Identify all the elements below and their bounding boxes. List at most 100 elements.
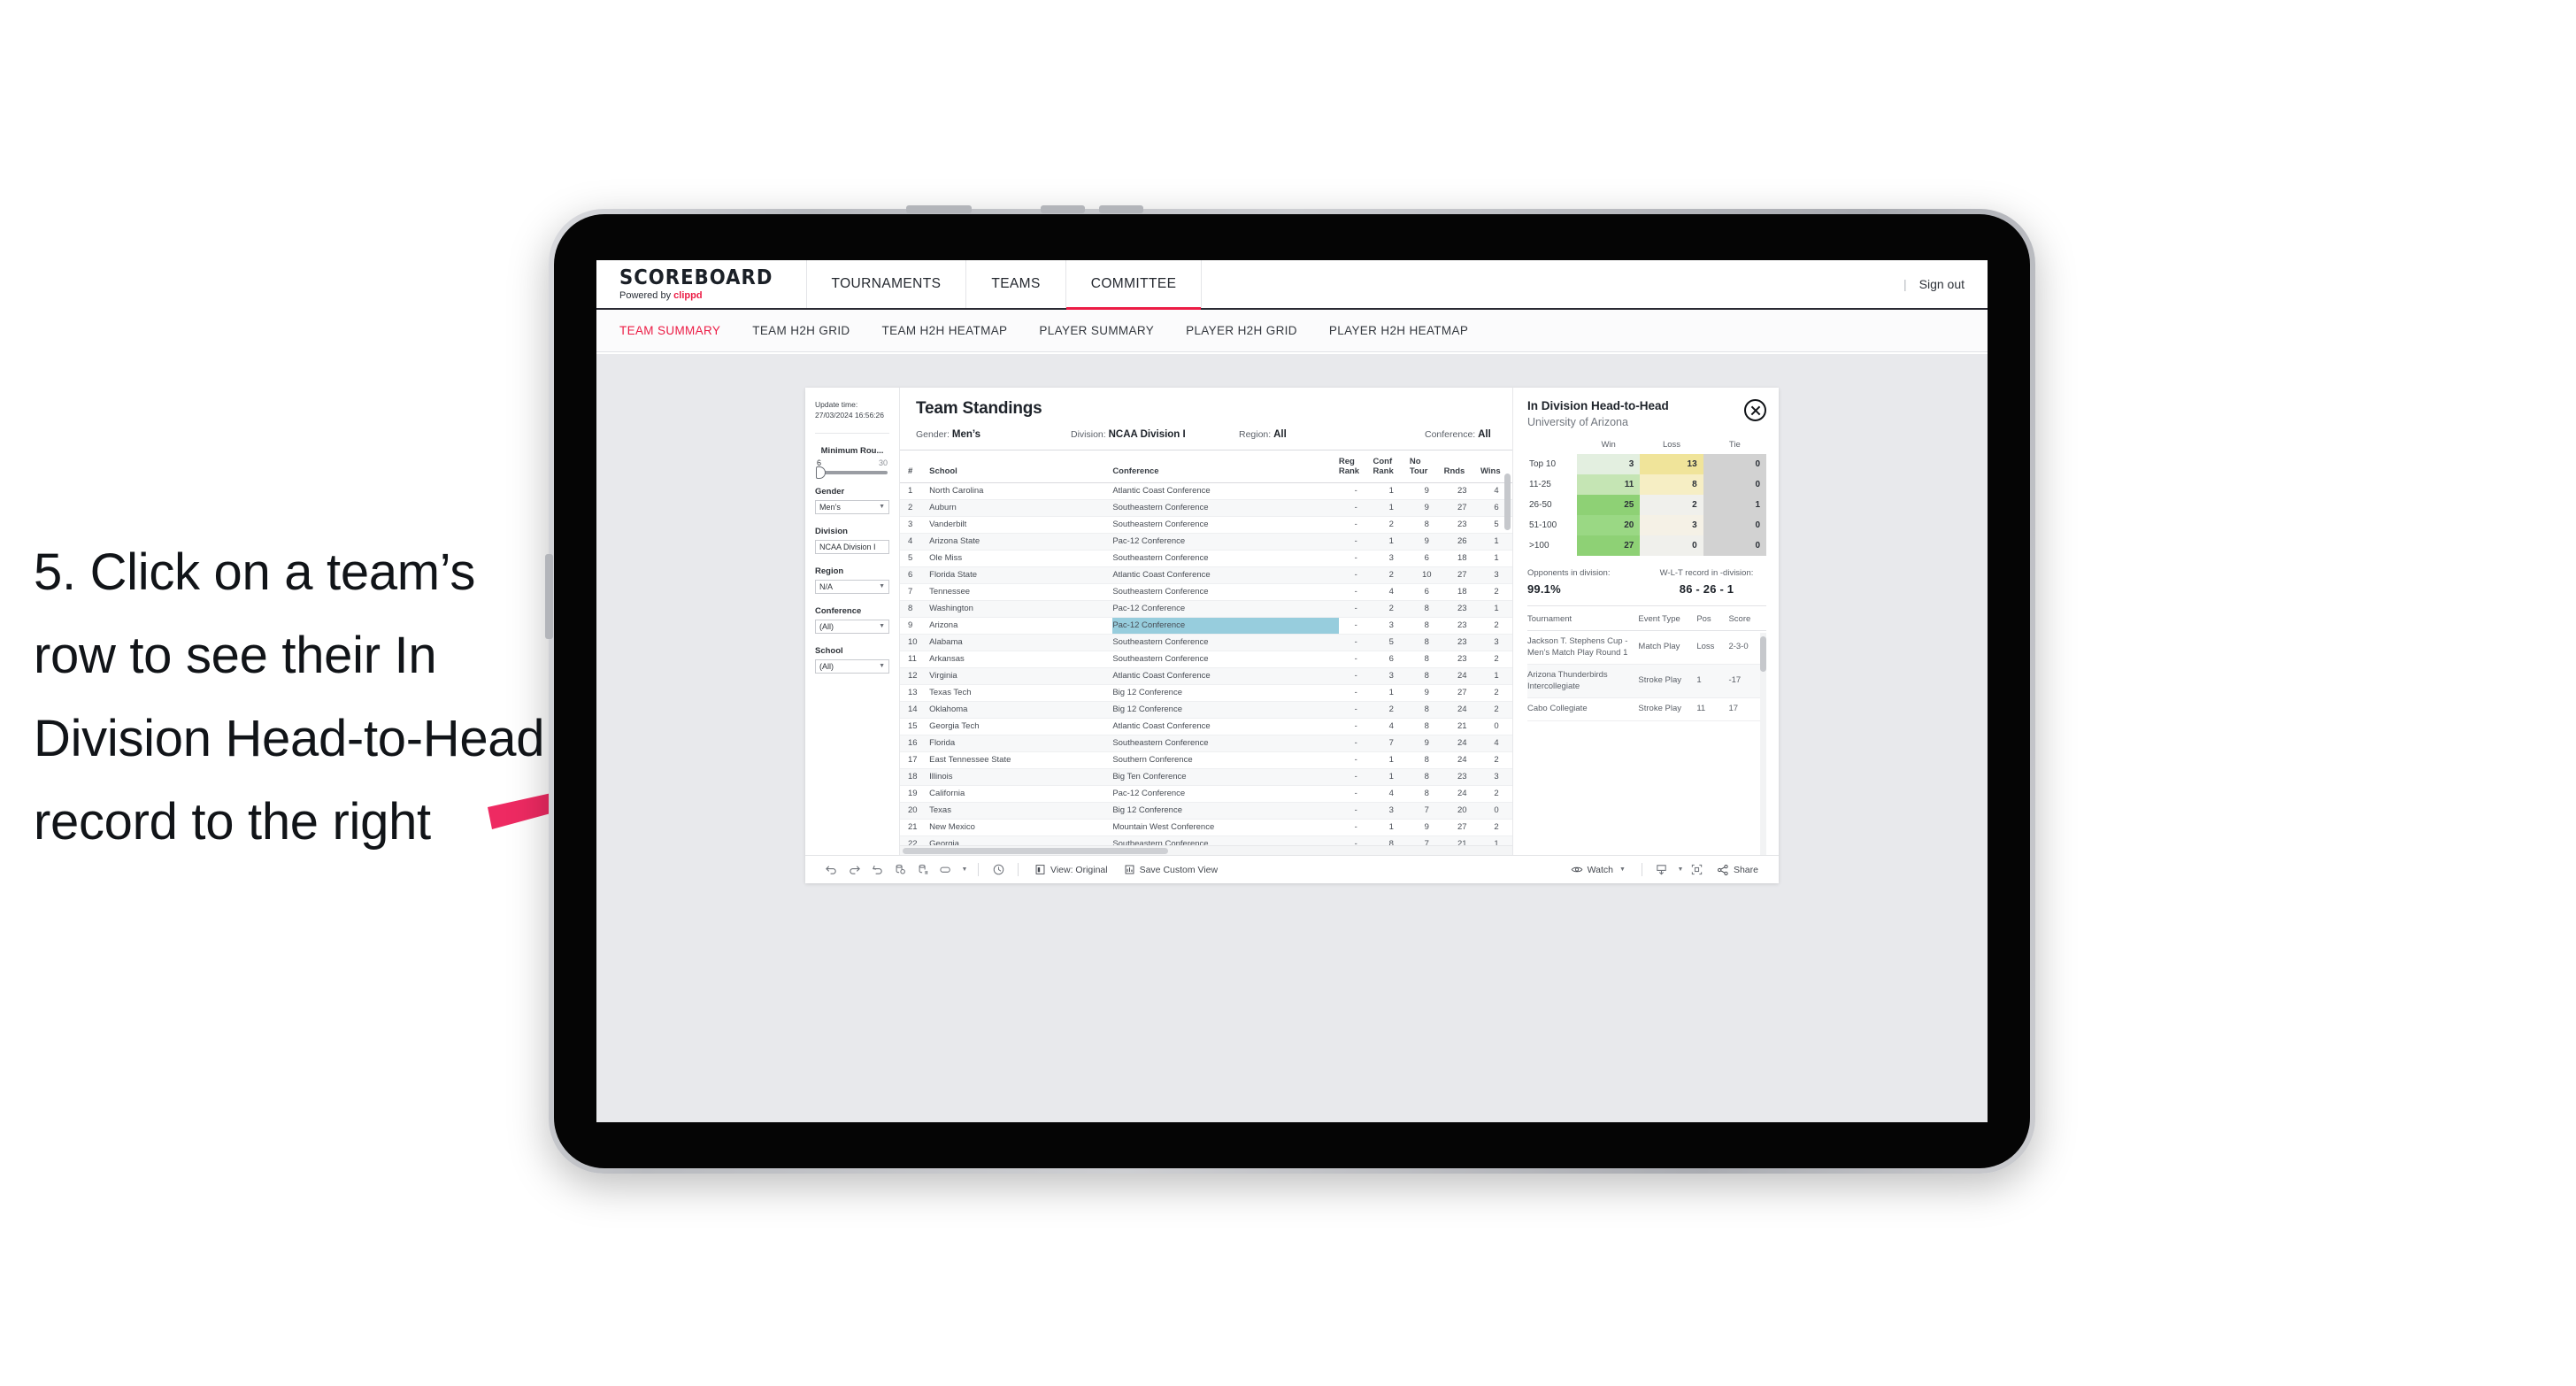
table-vertical-scrollbar[interactable] [1504, 474, 1511, 530]
table-row[interactable]: 2 Auburn Southeastern Conference -1 9 27 6 [900, 499, 1512, 517]
tournament-scrollbar[interactable] [1760, 636, 1766, 673]
filter-school: School (All) ▼ [805, 634, 899, 674]
device-layout-icon[interactable] [934, 863, 957, 876]
tab-team-summary[interactable]: TEAM SUMMARY [619, 324, 720, 337]
watch-button[interactable]: Watch ▼ [1563, 864, 1634, 875]
cell-rank: 5 [900, 550, 930, 567]
table-row[interactable]: 14 Oklahoma Big 12 Conference -2 8 24 2 [900, 701, 1512, 719]
tab-team-h2h-heatmap[interactable]: TEAM H2H HEATMAP [882, 324, 1008, 337]
h2h-matrix: Win Loss Tie Top 10 3 13 0 11-25 11 8 0 26-50 25 2… [1527, 440, 1766, 557]
col-conference[interactable]: Conference [1112, 450, 1339, 483]
table-row[interactable]: 16 Florida Southeastern Conference -7 9 24 4 [900, 735, 1512, 752]
table-row[interactable]: 6 Florida State Atlantic Coast Conference -… [900, 566, 1512, 584]
tab-player-h2h-heatmap[interactable]: PLAYER H2H HEATMAP [1329, 324, 1468, 337]
cell-rank: 7 [900, 583, 930, 601]
col-rnds[interactable]: Rnds [1443, 450, 1481, 483]
download-chevron-icon[interactable]: ▼ [1673, 866, 1686, 873]
cell-rnds: 23 [1443, 600, 1481, 618]
clock-icon[interactable] [987, 863, 1010, 876]
filter-conference-select[interactable]: (All) ▼ [815, 619, 889, 634]
stat-wlt-record: W-L-T record in -division: 86 - 26 - 1 [1647, 568, 1766, 596]
device-layout-chevron-icon[interactable]: ▼ [957, 866, 970, 873]
filter-division-select[interactable]: NCAA Division I [815, 539, 889, 554]
cell-conference: Southeastern Conference [1112, 516, 1339, 534]
volume-down-button [1099, 205, 1143, 213]
col-event-type[interactable]: Event Type [1638, 606, 1697, 632]
save-custom-view-button[interactable]: Save Custom View [1116, 864, 1226, 875]
table-row[interactable]: 8 Washington Pac-12 Conference -2 8 23 1 [900, 600, 1512, 618]
table-row[interactable]: 10 Alabama Southeastern Conference -5 8 23 3 [900, 634, 1512, 651]
table-row[interactable]: 1 North Carolina Atlantic Coast Conference… [900, 482, 1512, 500]
col-conf-rank[interactable]: Conf Rank [1373, 450, 1410, 483]
table-row[interactable]: 18 Illinois Big Ten Conference -1 8 23 3 [900, 768, 1512, 786]
nav-item-teams[interactable]: TEAMS [966, 260, 1066, 308]
table-horizontal-scrollbar[interactable] [903, 848, 1168, 854]
save-custom-view-label: Save Custom View [1139, 864, 1219, 875]
tab-team-h2h-grid[interactable]: TEAM H2H GRID [752, 324, 850, 337]
table-row[interactable]: 9 Arizona Pac-12 Conference -3 8 23 2 [900, 617, 1512, 635]
close-icon[interactable] [1744, 399, 1766, 421]
tab-player-h2h-grid[interactable]: PLAYER H2H GRID [1186, 324, 1297, 337]
refresh-data-icon[interactable] [888, 863, 911, 876]
cell-rnds: 23 [1443, 617, 1481, 635]
tournament-row[interactable]: Arizona Thunderbirds Intercollegiate Stro… [1527, 664, 1766, 699]
undo-icon[interactable] [819, 863, 842, 876]
cell-wins: 4 [1480, 735, 1512, 752]
table-row[interactable]: 15 Georgia Tech Atlantic Coast Conference -… [900, 718, 1512, 735]
brand-logo[interactable]: SCOREBOARD Powered by clippd [596, 260, 807, 308]
filter-minimum-rounds[interactable]: Minimum Rou... 6 30 [805, 434, 899, 479]
cell-rnds: 18 [1443, 550, 1481, 567]
col-reg-rank[interactable]: Reg Rank [1338, 450, 1373, 483]
table-row[interactable]: 21 New Mexico Mountain West Conference -1 9 2… [900, 819, 1512, 836]
cell-school: Florida State [929, 566, 1113, 584]
table-row[interactable]: 12 Virginia Atlantic Coast Conference -3 8 24… [900, 667, 1512, 685]
view-original-button[interactable]: View: Original [1027, 864, 1116, 875]
cell-conference: Pac-12 Conference [1112, 600, 1339, 618]
col-school[interactable]: School [929, 450, 1113, 483]
cell-reg-rank: - [1338, 735, 1373, 752]
cell-conf-rank: 1 [1373, 482, 1410, 500]
tab-player-summary[interactable]: PLAYER SUMMARY [1039, 324, 1154, 337]
table-row[interactable]: 20 Texas Big 12 Conference -3 7 20 0 [900, 802, 1512, 820]
table-row[interactable]: 3 Vanderbilt Southeastern Conference -2 8 23 5 [900, 516, 1512, 534]
tournament-pos: Loss [1696, 630, 1729, 666]
tournament-row[interactable]: Cabo Collegiate Stroke Play 11 17 [1527, 697, 1766, 721]
brand-sub-prefix: Powered by [619, 289, 674, 301]
page-title: Team Standings [916, 399, 1042, 418]
filter-school-select[interactable]: (All) ▼ [815, 658, 889, 674]
table-row[interactable]: 4 Arizona State Pac-12 Conference -1 9 26 1 [900, 533, 1512, 551]
revert-icon[interactable] [865, 863, 888, 876]
col-score[interactable]: Score [1728, 606, 1766, 632]
tournament-list-wrapper: Tournament Event Type Pos Score Jackson … [1527, 606, 1766, 855]
table-row[interactable]: 17 East Tennessee State Southern Conferenc… [900, 751, 1512, 769]
cell-conf-rank: 4 [1373, 583, 1410, 601]
table-horizontal-scrollbar-rail[interactable] [900, 845, 1512, 855]
table-row[interactable]: 11 Arkansas Southeastern Conference -6 8 23 2 [900, 651, 1512, 668]
cell-wins: 1 [1480, 533, 1512, 551]
table-row[interactable]: 19 California Pac-12 Conference -4 8 24 2 [900, 785, 1512, 803]
view-original-label: View: Original [1050, 864, 1108, 875]
nav-item-tournaments[interactable]: TOURNAMENTS [807, 260, 967, 308]
filter-region-select[interactable]: N/A ▼ [815, 579, 889, 594]
filter-gender-select[interactable]: Men’s ▼ [815, 499, 889, 514]
col-no-tour[interactable]: No Tour [1409, 450, 1444, 483]
share-button[interactable]: Share [1709, 864, 1766, 876]
col-tournament[interactable]: Tournament [1527, 606, 1639, 632]
table-row[interactable]: 7 Tennessee Southeastern Conference -4 6 18 2 [900, 583, 1512, 601]
pause-updates-icon[interactable] [911, 863, 934, 876]
cell-no-tour: 8 [1409, 768, 1444, 786]
slider-handle[interactable] [816, 466, 826, 479]
download-icon[interactable] [1650, 863, 1673, 876]
h2h-cell-loss: 13 [1640, 454, 1703, 475]
table-row[interactable]: 5 Ole Miss Southeastern Conference -3 6 18 1 [900, 550, 1512, 567]
fullscreen-icon[interactable] [1686, 863, 1709, 876]
redo-icon[interactable] [842, 863, 865, 876]
tournament-row[interactable]: Jackson T. Stephens Cup - Men’s Match Pl… [1527, 630, 1766, 666]
sign-out-link[interactable]: Sign out [1919, 277, 1965, 291]
col-rank[interactable]: # [900, 450, 930, 483]
table-row[interactable]: 13 Texas Tech Big 12 Conference -1 9 27 2 [900, 684, 1512, 702]
cell-school: Tennessee [929, 583, 1113, 601]
nav-item-committee[interactable]: COMMITTEE [1065, 260, 1203, 310]
col-pos[interactable]: Pos [1696, 606, 1729, 632]
slider-track[interactable] [816, 466, 888, 479]
